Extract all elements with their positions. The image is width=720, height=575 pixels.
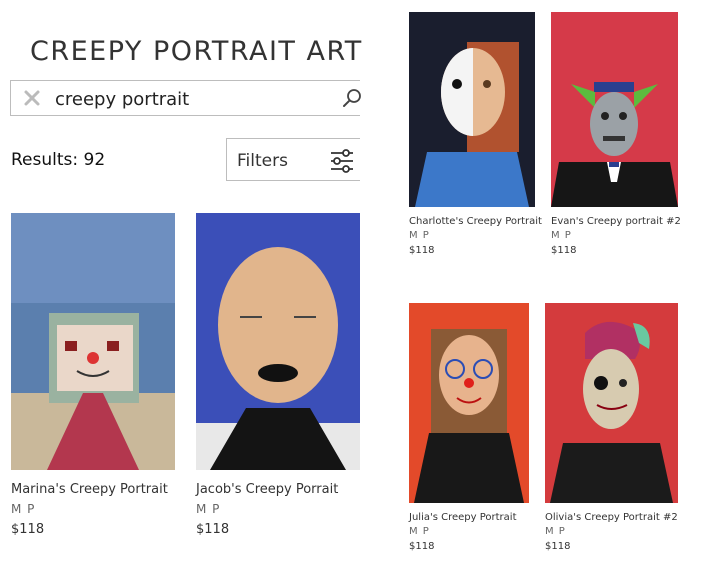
filters-button[interactable]: Filters <box>226 138 360 181</box>
product-price: $118 <box>409 541 435 552</box>
product-artist: M P <box>545 526 566 537</box>
close-icon[interactable] <box>21 87 43 109</box>
product-card[interactable]: Julia's Creepy Portrait M P $118 <box>409 303 529 552</box>
artwork-image[interactable] <box>409 12 535 207</box>
product-price: $118 <box>11 522 45 537</box>
product-card[interactable]: Evan's Creepy portrait #2 M P $118 <box>551 12 681 256</box>
artwork-image[interactable] <box>551 12 678 207</box>
product-price: $118 <box>545 541 571 552</box>
product-artist: M P <box>551 230 572 241</box>
product-name[interactable]: Jacob's Creepy Porrait <box>196 482 360 497</box>
product-card[interactable]: Marina's Creepy Portrait M P $118 <box>11 213 175 537</box>
search-input[interactable] <box>55 86 325 112</box>
artwork-image[interactable] <box>409 303 529 503</box>
product-price: $118 <box>196 522 230 537</box>
product-name[interactable]: Julia's Creepy Portrait <box>409 512 529 523</box>
page-title: CREEPY PORTRAIT ART <box>30 36 363 67</box>
product-price: $118 <box>409 245 435 256</box>
product-artist: M P <box>11 502 36 516</box>
filters-label: Filters <box>237 151 288 171</box>
artwork-image[interactable] <box>11 213 175 470</box>
product-name[interactable]: Charlotte's Creepy Portrait <box>409 216 542 227</box>
results-count: Results: 92 <box>11 150 106 170</box>
artwork-image[interactable] <box>545 303 678 503</box>
search-bar <box>10 80 363 116</box>
search-icon[interactable] <box>341 87 363 109</box>
sliders-icon <box>331 149 353 173</box>
product-artist: M P <box>409 526 430 537</box>
artwork-image[interactable] <box>196 213 360 470</box>
product-name[interactable]: Marina's Creepy Portrait <box>11 482 175 497</box>
product-artist: M P <box>196 502 221 516</box>
product-name[interactable]: Olivia's Creepy Portrait #2 <box>545 512 678 523</box>
product-name[interactable]: Evan's Creepy portrait #2 <box>551 216 681 227</box>
product-card[interactable]: Olivia's Creepy Portrait #2 M P $118 <box>545 303 678 552</box>
product-artist: M P <box>409 230 430 241</box>
product-price: $118 <box>551 245 577 256</box>
product-card[interactable]: Jacob's Creepy Porrait M P $118 <box>196 213 360 537</box>
product-card[interactable]: Charlotte's Creepy Portrait M P $118 <box>409 12 542 256</box>
